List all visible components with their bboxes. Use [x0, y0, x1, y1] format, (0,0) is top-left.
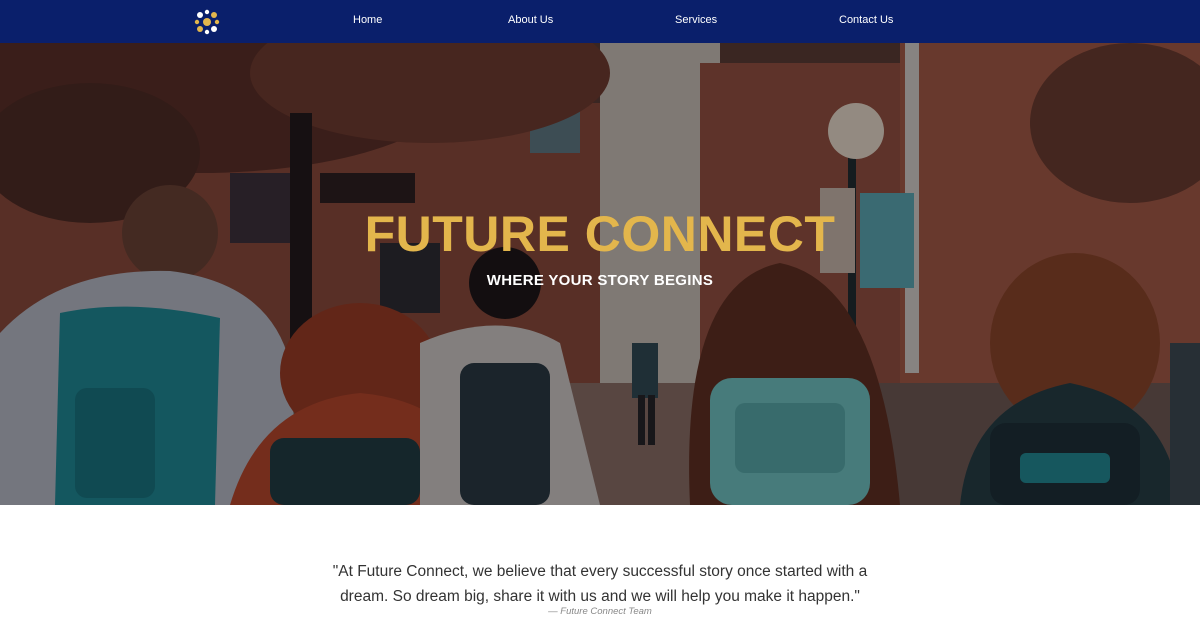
hero-subtitle: WHERE YOUR STORY BEGINS — [486, 272, 714, 289]
nav-contact-link[interactable]: Contact Us — [839, 14, 893, 26]
nav-home-link[interactable]: Home — [353, 14, 382, 26]
mission-quote: "At Future Connect, we believe that ever… — [332, 563, 868, 605]
hero-title: FUTURE CONNECT — [364, 206, 836, 262]
nav-services-link[interactable]: Services — [675, 14, 717, 26]
hero-section: FUTURE CONNECT WHERE YOUR STORY BEGINS — [0, 43, 1200, 505]
nav-about-link[interactable]: About Us — [508, 14, 553, 26]
logo-icon[interactable] — [194, 9, 220, 35]
quote-author: — Future Connect Team — [548, 606, 652, 617]
top-navbar: Home About Us Services Contact Us — [0, 0, 1200, 43]
quote-section: "At Future Connect, we believe that ever… — [0, 505, 1200, 630]
